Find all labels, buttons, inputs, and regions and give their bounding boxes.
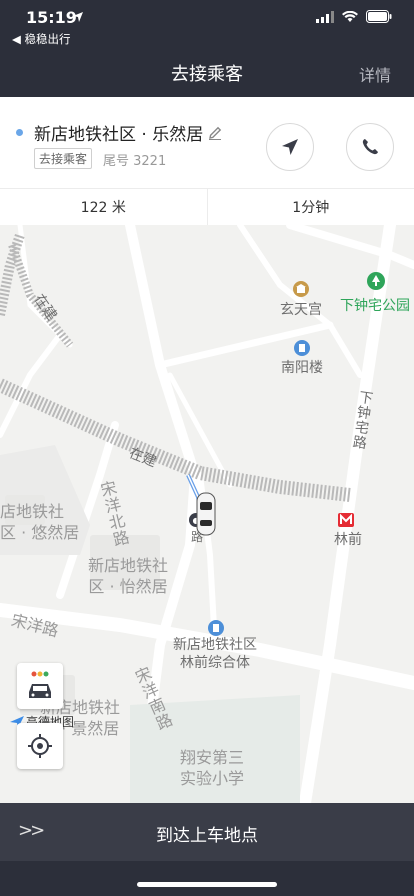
passenger-tail-number: 尾号 3221 — [103, 154, 167, 169]
home-indicator-area — [0, 861, 414, 896]
status-badge: 去接乘客 — [34, 148, 93, 169]
park-icon — [367, 272, 385, 290]
metro-linqian[interactable]: 林前 — [334, 529, 362, 549]
poi-school: 翔安第三 实验小学 — [180, 748, 245, 788]
complex-icon — [208, 620, 224, 636]
poi-linqian-complex[interactable]: 新店地铁社区 林前综合体 — [173, 636, 257, 672]
signal-icon — [316, 10, 334, 23]
poi-xiazhongzhai-park[interactable]: 下钟宅公园 — [340, 295, 410, 315]
trip-metrics: 122 米 1分钟 — [0, 188, 414, 225]
pickup-dot-icon — [16, 129, 23, 136]
pickup-location: 新店地铁社区 · 乐然居 — [34, 120, 223, 145]
map-view[interactable]: 玄天宫 下钟宅公园 南阳楼 下钟宅路 在建 在建 林前 宋洋北路 新店地铁社 区… — [0, 225, 414, 803]
arrive-pickup-label: 到达上车地点 — [156, 826, 258, 846]
temple-icon — [293, 281, 309, 297]
locate-button[interactable] — [17, 723, 63, 769]
call-passenger-button[interactable] — [346, 123, 394, 171]
metro-station-icon — [338, 513, 354, 527]
top-bar: 15:19 ◀ 稳稳出行 去接乘客 详情 — [0, 0, 414, 97]
duration-value: 1分钟 — [206, 189, 414, 225]
car-marker-icon — [196, 492, 216, 536]
poi-nanyanglou[interactable]: 南阳楼 — [281, 357, 323, 377]
area-youranju: 店地铁社 区 · 悠然居 — [0, 502, 80, 542]
home-indicator[interactable] — [137, 882, 277, 887]
crosshair-icon — [28, 734, 52, 758]
arrive-pickup-slider[interactable]: >> 到达上车地点 — [0, 803, 414, 861]
wifi-icon — [342, 10, 358, 22]
page-title: 去接乘客 — [171, 64, 243, 85]
pickup-location-name: 新店地铁社区 · 乐然居 — [34, 125, 204, 145]
area-yiranju: 新店地铁社 区 · 怡然居 — [88, 556, 169, 596]
edit-pencil-icon[interactable] — [207, 125, 223, 141]
location-arrow-icon — [73, 12, 83, 22]
traffic-toggle-button[interactable] — [17, 663, 63, 709]
building-icon — [294, 340, 310, 356]
battery-icon — [366, 10, 392, 23]
back-to-app-link[interactable]: ◀ 稳稳出行 — [12, 31, 71, 47]
car-traffic-icon — [29, 671, 51, 698]
pickup-card: 新店地铁社区 · 乐然居 去接乘客 尾号 3221 122 米 1分钟 — [0, 97, 414, 225]
status-time: 15:19 — [26, 8, 77, 27]
navigate-button[interactable] — [266, 123, 314, 171]
status-icons — [316, 10, 392, 23]
distance-value: 122 米 — [80, 200, 126, 216]
phone-icon — [362, 139, 378, 155]
poi-xuantiangong[interactable]: 玄天宫 — [280, 299, 322, 319]
detail-link[interactable]: 详情 — [359, 62, 391, 86]
navigation-arrow-icon — [282, 139, 298, 155]
